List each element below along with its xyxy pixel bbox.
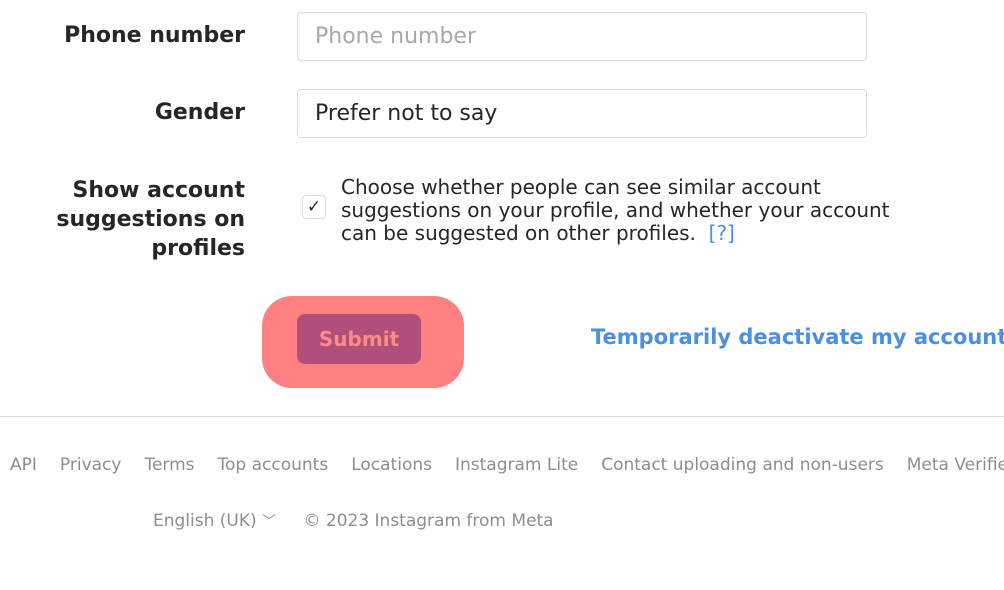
suggestions-description: Choose whether people can see similar ac… bbox=[341, 175, 890, 245]
footer-link[interactable]: Terms bbox=[144, 455, 194, 475]
footer-link[interactable]: Top accounts bbox=[218, 455, 329, 475]
footer-link[interactable]: Locations bbox=[351, 455, 432, 475]
copyright: © 2023 Instagram from Meta bbox=[303, 511, 554, 531]
phone-label: Phone number bbox=[64, 23, 245, 48]
help-link[interactable]: [?] bbox=[709, 221, 735, 245]
footer-link[interactable]: Contact uploading and non-users bbox=[601, 455, 884, 475]
footer-links: API Privacy Terms Top accounts Locations Inst… bbox=[10, 455, 1004, 475]
chevron-down-icon: ﹀ bbox=[262, 514, 277, 530]
suggestions-checkbox[interactable]: ✓ bbox=[302, 195, 326, 219]
submit-button[interactable]: Submit bbox=[297, 314, 421, 364]
divider bbox=[0, 416, 1004, 417]
language-select[interactable]: English (UK) ﹀ bbox=[153, 511, 276, 531]
deactivate-account-link[interactable]: Temporarily deactivate my account bbox=[591, 325, 1004, 349]
phone-input[interactable] bbox=[297, 12, 867, 61]
footer-link[interactable]: Privacy bbox=[60, 455, 122, 475]
footer-link[interactable]: Meta Verified bbox=[907, 455, 1004, 475]
gender-label: Gender bbox=[154, 100, 245, 125]
suggestions-label: Show account suggestions on profiles bbox=[56, 178, 245, 261]
footer-link[interactable]: API bbox=[10, 455, 37, 475]
check-icon: ✓ bbox=[306, 197, 322, 217]
footer-link[interactable]: Instagram Lite bbox=[455, 455, 578, 475]
gender-input[interactable] bbox=[297, 89, 867, 138]
